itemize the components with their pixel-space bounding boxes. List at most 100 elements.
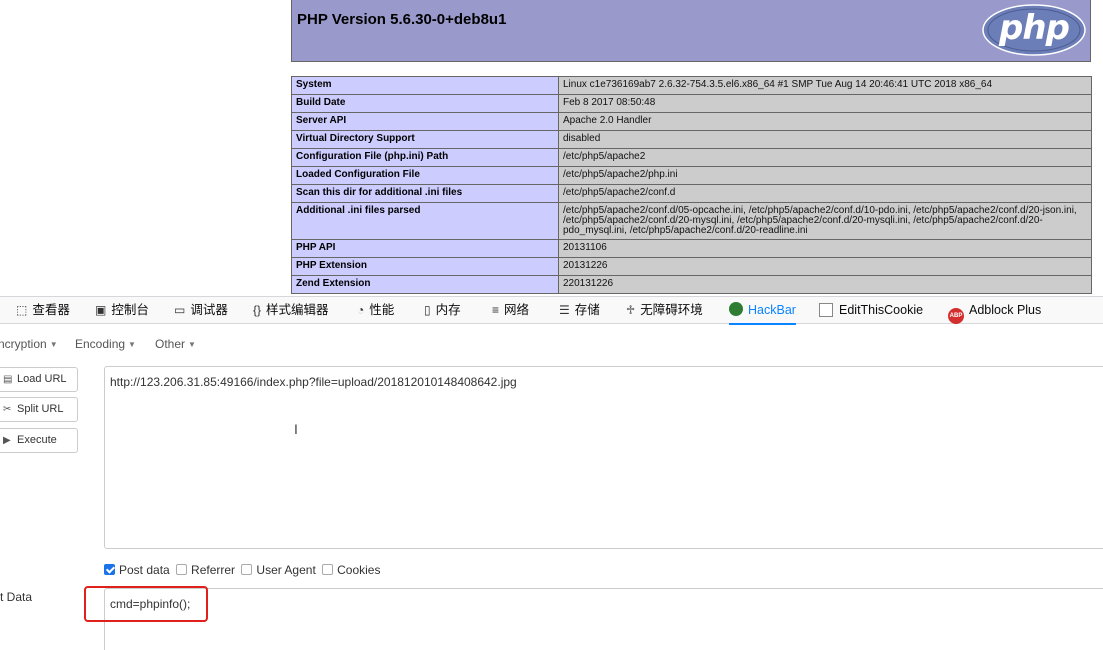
accessibility-icon: ♱ bbox=[626, 303, 636, 317]
tab-label: 控制台 bbox=[111, 303, 149, 317]
hackbar-icon bbox=[729, 302, 743, 316]
tab-performance[interactable]: ◔ 性能 bbox=[357, 297, 394, 324]
php-info-table: System Linux c1e736169ab7 2.6.32-754.3.5.… bbox=[291, 76, 1092, 294]
debugger-icon: ▭ bbox=[174, 303, 186, 317]
row-value: Apache 2.0 Handler bbox=[558, 112, 1092, 131]
button-label: Load URL bbox=[17, 373, 67, 385]
storage-icon: ☰ bbox=[559, 303, 570, 317]
checkbox-label: Post data bbox=[119, 563, 170, 577]
phpinfo-page: PHP Version 5.6.30-0+deb8u1 php System Li… bbox=[0, 0, 1103, 296]
referrer-checkbox[interactable] bbox=[176, 564, 188, 575]
split-url-button[interactable]: ✂ Split URL bbox=[0, 397, 78, 422]
table-row: Loaded Configuration File/etc/php5/apach… bbox=[291, 166, 1092, 185]
tab-label: 存储 bbox=[574, 303, 600, 317]
menu-other[interactable]: Other ▼ bbox=[155, 337, 196, 351]
tab-style-editor[interactable]: {} 样式编辑器 bbox=[253, 297, 329, 324]
php-header: PHP Version 5.6.30-0+deb8u1 php bbox=[291, 0, 1091, 62]
row-value: /etc/php5/apache2/php.ini bbox=[558, 166, 1092, 185]
php-logo-text: php bbox=[999, 8, 1070, 48]
php-logo: php bbox=[982, 4, 1086, 56]
checkbox-label: Referrer bbox=[191, 563, 236, 577]
tab-label: Adblock Plus bbox=[969, 303, 1042, 317]
row-value: disabled bbox=[558, 130, 1092, 149]
row-key: Server API bbox=[291, 112, 559, 131]
tab-network[interactable]: ≡ 网络 bbox=[492, 297, 529, 324]
checkbox-label: Cookies bbox=[337, 563, 381, 577]
table-row: System Linux c1e736169ab7 2.6.32-754.3.5.… bbox=[291, 76, 1092, 95]
devtools-toolbar: ⬚ 查看器 ▣ 控制台 ▭ 调试器 {} 样式编辑器 ◔ 性能 ▯ 内存 ≡ 网络 ☰ 存储 ♱… bbox=[0, 296, 1103, 325]
tab-adblock-plus[interactable]: ABP Adblock Plus bbox=[948, 297, 1041, 324]
load-url-button[interactable]: ▤ Load URL bbox=[0, 367, 78, 392]
row-key: PHP API bbox=[291, 239, 559, 258]
caret-down-icon: ▼ bbox=[49, 340, 58, 349]
adblock-plus-icon: ABP bbox=[948, 308, 964, 324]
network-icon: ≡ bbox=[492, 303, 500, 317]
tab-label: 网络 bbox=[504, 303, 530, 317]
row-value: 20131226 bbox=[558, 257, 1092, 276]
menu-encryption[interactable]: ncryption ▼ bbox=[0, 337, 58, 351]
tab-storage[interactable]: ☰ 存储 bbox=[559, 297, 600, 324]
highlight-annotation bbox=[84, 586, 208, 622]
tab-inspector[interactable]: ⬚ 查看器 bbox=[16, 297, 70, 324]
load-icon: ▤ bbox=[3, 374, 13, 385]
table-row: Additional .ini files parsed/etc/php5/ap… bbox=[291, 202, 1092, 240]
tab-accessibility[interactable]: ♱ 无障碍环境 bbox=[626, 297, 703, 324]
execute-button[interactable]: ▶ Execute bbox=[0, 428, 78, 453]
tab-label: 样式编辑器 bbox=[266, 303, 329, 317]
table-row: Virtual Directory Support disabled bbox=[291, 130, 1092, 149]
row-value: Feb 8 2017 08:50:48 bbox=[558, 94, 1092, 113]
tab-label: 调试器 bbox=[190, 303, 228, 317]
row-key: Loaded Configuration File bbox=[291, 166, 559, 185]
caret-down-icon: ▼ bbox=[128, 340, 136, 349]
row-value: /etc/php5/apache2/conf.d bbox=[558, 184, 1092, 203]
table-row: Scan this dir for additional .ini files /… bbox=[291, 184, 1092, 203]
menu-label: Other bbox=[155, 337, 186, 351]
tab-memory[interactable]: ▯ 内存 bbox=[424, 297, 461, 324]
row-value: /etc/php5/apache2/conf.d/05-opcache.ini,… bbox=[558, 202, 1092, 240]
button-label: Execute bbox=[17, 434, 57, 446]
row-key: Configuration File (php.ini) Path bbox=[291, 148, 559, 167]
menu-encoding[interactable]: Encoding ▼ bbox=[75, 337, 136, 351]
post-data-checkbox[interactable] bbox=[104, 564, 115, 575]
play-icon: ▶ bbox=[3, 435, 11, 446]
tab-hackbar[interactable]: HackBar bbox=[729, 297, 796, 325]
row-key: Zend Extension bbox=[291, 275, 559, 294]
memory-icon: ▯ bbox=[424, 303, 431, 317]
url-textarea[interactable]: http://123.206.31.85:49166/index.php?fil… bbox=[104, 366, 1103, 549]
post-data-textarea[interactable]: cmd=phpinfo(); bbox=[104, 588, 1103, 650]
tab-debugger[interactable]: ▭ 调试器 bbox=[174, 297, 228, 324]
cookies-checkbox[interactable] bbox=[322, 564, 334, 575]
tab-console[interactable]: ▣ 控制台 bbox=[95, 297, 149, 324]
menu-label: Encoding bbox=[75, 337, 126, 351]
row-key: Build Date bbox=[291, 94, 559, 113]
tab-label: 内存 bbox=[435, 303, 461, 317]
tab-editthiscookie[interactable]: EditThisCookie bbox=[819, 297, 923, 324]
tab-label: 无障碍环境 bbox=[640, 303, 703, 317]
hackbar-menu: ncryption ▼ Encoding ▼ Other ▼ bbox=[0, 325, 1103, 359]
tab-label: EditThisCookie bbox=[839, 303, 924, 317]
tab-label: 性能 bbox=[369, 303, 395, 317]
row-key: PHP Extension bbox=[291, 257, 559, 276]
button-label: Split URL bbox=[17, 403, 64, 415]
row-key: System bbox=[291, 76, 559, 95]
user-agent-checkbox[interactable] bbox=[241, 564, 253, 575]
tab-label: HackBar bbox=[748, 303, 796, 317]
php-version-title: PHP Version 5.6.30-0+deb8u1 bbox=[297, 11, 507, 28]
table-row: PHP Extension 20131226 bbox=[291, 257, 1092, 276]
row-key: Scan this dir for additional .ini files bbox=[291, 184, 559, 203]
checkbox-label: User Agent bbox=[256, 563, 316, 577]
menu-label: ncryption bbox=[0, 337, 47, 351]
table-row: Build Date Feb 8 2017 08:50:48 bbox=[291, 94, 1092, 113]
row-key: Virtual Directory Support bbox=[291, 130, 559, 149]
row-value: Linux c1e736169ab7 2.6.32-754.3.5.el6.x8… bbox=[558, 76, 1092, 95]
row-value: 20131106 bbox=[558, 239, 1092, 258]
table-row: Server API Apache 2.0 Handler bbox=[291, 112, 1092, 131]
post-data-label: st Data bbox=[0, 590, 33, 604]
table-row: Configuration File (php.ini) Path/etc/ph… bbox=[291, 148, 1092, 167]
tab-label: 查看器 bbox=[32, 303, 70, 317]
row-value: 220131226 bbox=[558, 275, 1092, 294]
options-row: Post data Referrer User Agent Cookies bbox=[104, 563, 383, 579]
style-editor-icon: {} bbox=[253, 303, 262, 317]
scissors-icon: ✂ bbox=[3, 404, 12, 415]
row-value: /etc/php5/apache2 bbox=[558, 148, 1092, 167]
